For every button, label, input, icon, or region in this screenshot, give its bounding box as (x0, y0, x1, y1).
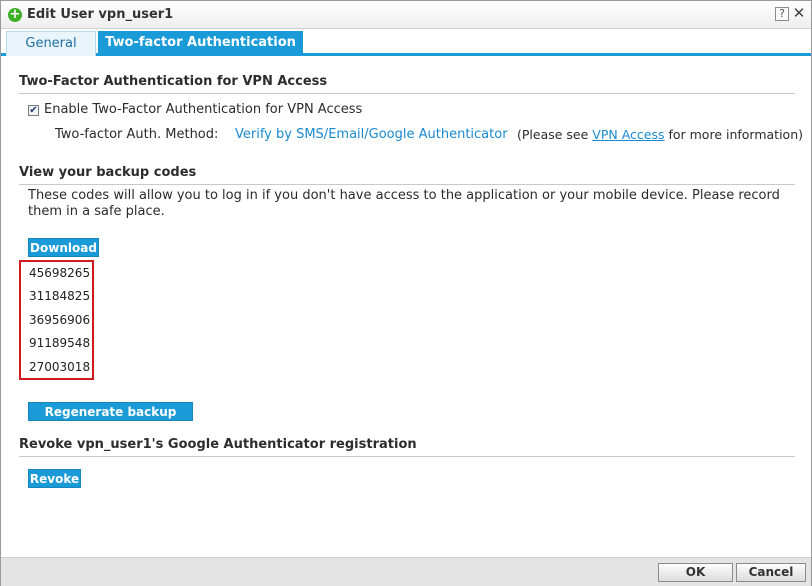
tab-bar: General Two-factor Authentication (1, 29, 811, 56)
tab-general[interactable]: General (6, 31, 96, 56)
enable-2fa-label[interactable]: Enable Two-Factor Authentication for VPN… (44, 102, 362, 117)
enable-2fa-checkbox[interactable]: ✔ (28, 105, 39, 116)
title-bar: + Edit User vpn_user1 ? ✕ (1, 1, 811, 29)
tab-two-factor-authentication[interactable]: Two-factor Authentication (98, 31, 303, 56)
method-label: Two-factor Auth. Method: (55, 127, 219, 142)
download-button[interactable]: Download (28, 238, 99, 257)
vpn-access-link[interactable]: VPN Access (592, 127, 664, 142)
close-button[interactable]: ✕ (792, 6, 806, 21)
note-prefix: (Please see (517, 127, 593, 142)
backup-code: 91189548 (29, 336, 91, 350)
regenerate-codes-button[interactable]: Regenerate backup codes (28, 402, 193, 438)
twofa-section-heading: Two-Factor Authentication for VPN Access (19, 74, 795, 94)
dialog-title: Edit User vpn_user1 (27, 7, 174, 22)
revoke-section-heading: Revoke vpn_user1's Google Authenticator … (19, 437, 795, 457)
backup-code: 31184825 (29, 289, 91, 303)
cancel-button[interactable]: Cancel (736, 563, 806, 582)
help-button[interactable]: ? (775, 7, 789, 21)
edit-user-dialog: + Edit User vpn_user1 ? ✕ General Two-fa… (0, 0, 812, 586)
backup-codes-box: 45698265 31184825 36956906 91189548 2700… (19, 260, 94, 380)
method-value-link[interactable]: Verify by SMS/Email/Google Authenticator (235, 127, 508, 142)
ok-button[interactable]: OK (658, 563, 733, 582)
backup-description: These codes will allow you to log in if … (28, 188, 780, 219)
dialog-footer: OK Cancel (1, 557, 811, 586)
revoke-button[interactable]: Revoke (28, 469, 81, 488)
add-circle-icon: + (8, 7, 22, 22)
backup-code: 45698265 (29, 266, 91, 280)
backup-code: 36956906 (29, 313, 91, 327)
note-suffix: for more information) (664, 127, 804, 142)
backup-section-heading: View your backup codes (19, 165, 795, 185)
method-note: (Please see VPN Access for more informat… (517, 127, 803, 142)
backup-code: 27003018 (29, 360, 91, 374)
